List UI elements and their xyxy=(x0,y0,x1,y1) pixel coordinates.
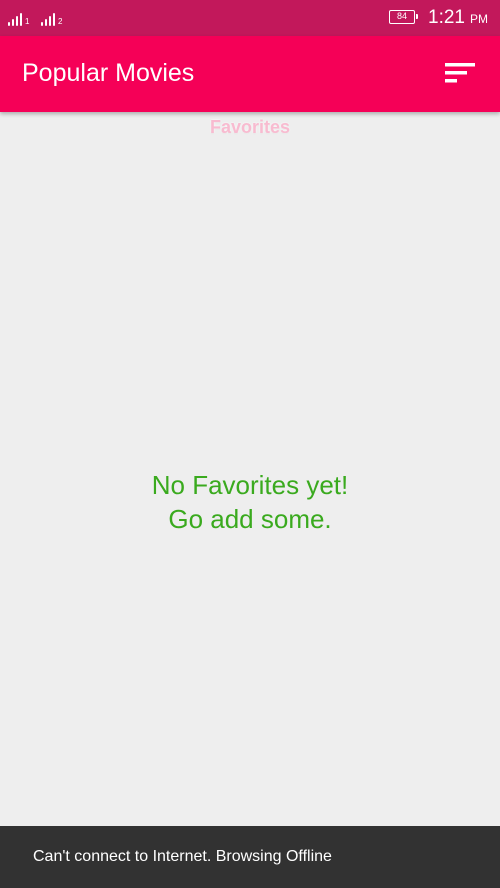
empty-state-message: No Favorites yet! Go add some. xyxy=(0,468,500,536)
snackbar: Can't connect to Internet. Browsing Offl… xyxy=(0,826,500,888)
sim2-label: 2 xyxy=(58,17,63,26)
signal-sim2-icon: 2 xyxy=(41,10,62,26)
sort-button[interactable] xyxy=(440,58,480,90)
sort-icon xyxy=(445,63,475,83)
status-time: 1:21 xyxy=(428,7,465,28)
app-bar: Popular Movies xyxy=(0,36,500,112)
sim1-label: 1 xyxy=(25,17,30,26)
snackbar-message: Can't connect to Internet. Browsing Offl… xyxy=(33,848,332,865)
signal-sim1-icon: 1 xyxy=(8,10,29,26)
screen: 1 2 84 1:21 PM Popular Movies Favorites … xyxy=(0,0,500,888)
battery-icon: 84 xyxy=(389,10,418,24)
empty-state-line-2: Go add some. xyxy=(168,504,332,534)
section-title-favorites: Favorites xyxy=(209,117,291,137)
empty-state-line-1: No Favorites yet! xyxy=(151,470,349,500)
status-bar: 1 2 84 1:21 PM xyxy=(0,0,500,36)
app-title: Popular Movies xyxy=(22,59,195,87)
status-ampm: PM xyxy=(470,12,488,26)
